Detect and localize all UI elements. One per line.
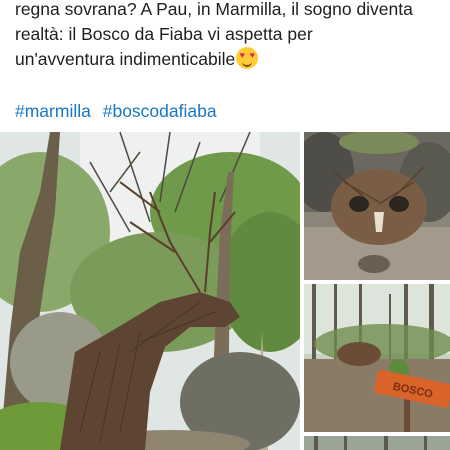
caption-line-2: realtà: il Bosco da Fiaba vi aspetta per bbox=[15, 24, 313, 44]
smiling-face-with-heart-eyes-icon: ♥ ♥ bbox=[236, 47, 259, 69]
hashtags: #marmilla #boscodafiaba bbox=[15, 99, 224, 123]
caption-line-3: un'avventura indimenticabile ♥ ♥ bbox=[15, 47, 445, 72]
hashtag-boscodafiaba[interactable]: #boscodafiaba bbox=[103, 101, 217, 121]
hashtag-marmilla[interactable]: #marmilla bbox=[15, 101, 91, 121]
caption-line-1: regna sovrana? A Pau, in Marmilla, il so… bbox=[15, 0, 413, 19]
deer-branch-sculpture-photo[interactable] bbox=[0, 132, 300, 450]
owl-branch-sculpture-photo[interactable] bbox=[304, 132, 450, 280]
caption-line-3-text: un'avventura indimenticabile bbox=[15, 49, 236, 69]
forest-sign-photo[interactable]: BOSCO bbox=[304, 284, 450, 432]
post-caption: regna sovrana? A Pau, in Marmilla, il so… bbox=[15, 0, 445, 72]
forest-photo-partial[interactable] bbox=[304, 436, 450, 450]
